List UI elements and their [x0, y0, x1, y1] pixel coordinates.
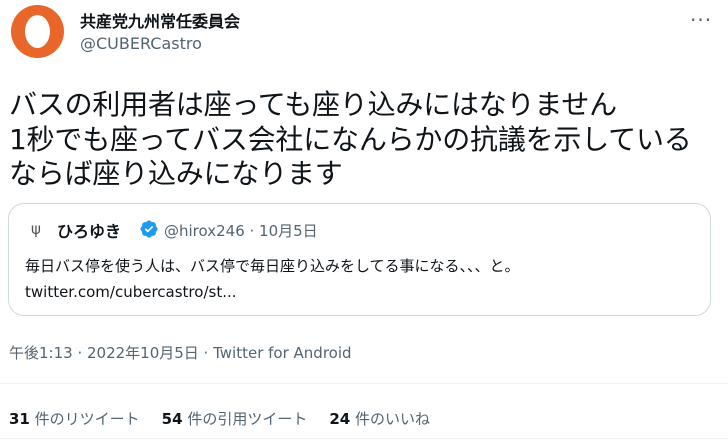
likes-label: 件のいいね [355, 410, 431, 428]
quoted-handle-date: @hirox246 · 10月5日 [164, 222, 318, 240]
divider [0, 383, 728, 384]
author-handle[interactable]: @CUBERCastro [80, 34, 202, 53]
likes-stat[interactable]: 24 件のいいね [329, 408, 430, 429]
tweet-meta: 午後1:13 · 2022年10月5日 · Twitter for Androi… [9, 342, 352, 363]
author-avatar[interactable] [11, 5, 64, 58]
retweets-count: 31 [9, 410, 30, 428]
quoted-tweet-card[interactable]: ψ ひろゆき @hirox246 · 10月5日 毎日バス停を使う人は、バス停で… [8, 203, 711, 316]
author-display-name[interactable]: 共産党九州常任委員会 [80, 8, 240, 32]
quoted-author-name: ひろゆき [57, 222, 122, 241]
retweets-stat[interactable]: 31 件のリツイート [9, 408, 140, 429]
tweet-source-app[interactable]: Twitter for Android [213, 344, 351, 362]
more-options-icon[interactable]: ··· [690, 8, 712, 32]
tweet-timestamp[interactable]: 午後1:13 · 2022年10月5日 · [9, 344, 213, 362]
tweet-text: バスの利用者は座っても座り込みにはなりません 1秒でも座ってバス会社になんらかの… [9, 88, 692, 190]
retweets-label: 件のリツイート [34, 410, 140, 428]
quotes-stat[interactable]: 54 件の引用ツイート [162, 408, 308, 429]
quoted-author-avatar: ψ [25, 218, 47, 240]
divider [0, 438, 728, 439]
quotes-count: 54 [161, 410, 183, 428]
verified-badge-icon [140, 220, 158, 238]
tweet-stats: 31 件のリツイート 54 件の引用ツイート 24 件のいいね [9, 408, 452, 429]
quoted-tweet-link[interactable]: twitter.com/cubercastro/st... [25, 283, 237, 301]
likes-count: 24 [329, 410, 351, 428]
quoted-tweet-text: 毎日バス停を使う人は、バス停で毎日座り込みをしてる事になる、、、と。 [25, 257, 520, 275]
quotes-label: 件の引用ツイート [187, 410, 308, 428]
